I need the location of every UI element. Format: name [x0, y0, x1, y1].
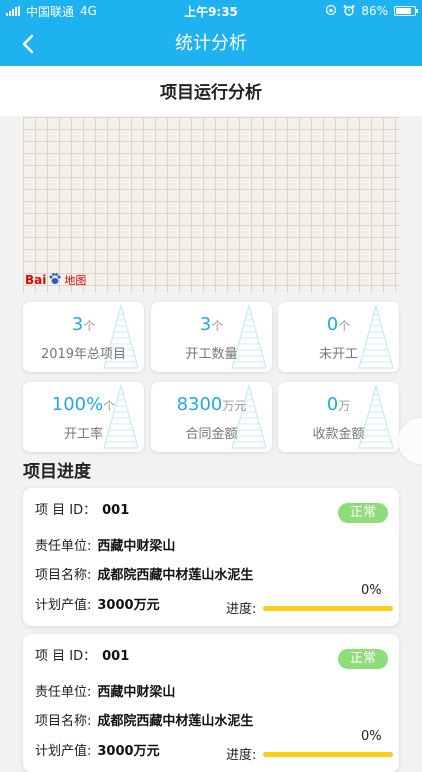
stat-label: 合同金额: [185, 427, 238, 442]
stat-unit: 个: [103, 399, 116, 413]
progress-bar: [263, 752, 393, 757]
floating-side-handle[interactable]: [398, 418, 422, 464]
status-badge: 正常: [338, 649, 388, 669]
battery-icon: [394, 6, 418, 16]
project-id-row: 项 目 ID： 001: [35, 499, 129, 518]
status-left: 中国联通 4G: [6, 3, 146, 20]
network-type: 4G: [80, 4, 97, 18]
stat-unit: 万元: [222, 399, 247, 413]
rotation-lock-icon: [325, 4, 337, 19]
project-name: 成都院西藏中材莲山水泥生: [97, 714, 254, 729]
stat-value: 0: [326, 394, 339, 415]
stat-received-amount[interactable]: 0万收款金额: [278, 382, 399, 452]
map-logo-ditu: 地图: [64, 274, 87, 287]
progress-section-title: 项目进度: [23, 462, 91, 482]
stat-unit: 万: [338, 399, 351, 413]
status-bar: 中国联通 4G 上午9:35 86%: [0, 0, 422, 22]
stat-label: 开工数量: [185, 347, 238, 362]
project-id-row: 项 目 ID： 001: [35, 645, 129, 664]
responsible-unit-row: 责任单位: 西藏中财梁山: [35, 681, 175, 700]
responsible-unit: 西藏中财梁山: [97, 685, 176, 700]
project-name-row: 项目名称: 成都院西藏中材莲山水泥生: [35, 564, 253, 583]
stat-value-line: 3个: [151, 314, 272, 335]
project-card[interactable]: 项 目 ID： 001 正常责任单位: 西藏中财梁山 项目名称: 成都院西藏中材莲山水泥生…: [23, 488, 399, 626]
battery-percent: 86%: [361, 4, 388, 18]
responsible-unit-row: 责任单位: 西藏中财梁山: [35, 535, 175, 554]
project-id: 001: [102, 649, 130, 664]
stat-value-line: 3个: [23, 314, 144, 335]
stat-value-line: 8300万元: [151, 394, 272, 415]
stat-value-line: 100%个: [23, 394, 144, 415]
project-id-label: 项 目 ID：: [35, 649, 97, 664]
project-id: 001: [102, 503, 130, 518]
project-card[interactable]: 项 目 ID： 001 正常责任单位: 西藏中财梁山 项目名称: 成都院西藏中材莲山水泥生…: [23, 634, 399, 772]
map-logo-bai: Bai: [25, 273, 47, 287]
stat-label: 2019年总项目: [40, 347, 127, 362]
planned-output: 3000万元: [97, 744, 160, 759]
carrier-name: 中国联通: [26, 4, 75, 19]
nav-bar: 统计分析: [0, 22, 422, 66]
responsible-unit-label: 责任单位:: [35, 685, 92, 700]
status-badge: 正常: [338, 503, 388, 523]
stat-value: 0: [326, 314, 339, 335]
stat-label: 开工率: [63, 427, 103, 442]
section-header: 项目运行分析: [0, 66, 422, 116]
alarm-icon: [343, 4, 355, 19]
clock: 上午9:35: [184, 4, 238, 19]
page-content: 项目运行分析 Bai 地图 3个 2019年总项目 3个 开工数量 0个 未开工 100%个…: [0, 66, 422, 772]
planned-output-label: 计划产值:: [35, 744, 92, 759]
stat-unit: 个: [83, 319, 96, 333]
stat-not-started[interactable]: 0个未开工: [278, 302, 399, 372]
stat-total-projects[interactable]: 3个 2019年总项目: [23, 302, 144, 372]
map-view[interactable]: Bai 地图: [23, 117, 399, 292]
responsible-unit-label: 责任单位:: [35, 539, 92, 554]
planned-output-label: 计划产值:: [35, 598, 92, 613]
stat-value: 3: [199, 314, 212, 335]
baidu-map-logo: Bai 地图: [25, 272, 86, 288]
project-name-label: 项目名称:: [35, 568, 92, 583]
progress-label: 进度:: [226, 748, 257, 763]
section-title: 项目运行分析: [160, 83, 262, 103]
project-name: 成都院西藏中材莲山水泥生: [97, 568, 254, 583]
battery-fill: [396, 8, 412, 14]
progress-label: 进度:: [226, 602, 257, 617]
stat-unit: 个: [211, 319, 224, 333]
project-name-row: 项目名称: 成都院西藏中材莲山水泥生: [35, 710, 253, 729]
signal-icon: [6, 6, 20, 16]
stat-value: 8300: [176, 394, 223, 415]
stat-start-rate[interactable]: 100%个 开工率: [23, 382, 144, 452]
progress-percent: 0%: [361, 729, 382, 744]
responsible-unit: 西藏中财梁山: [97, 539, 176, 554]
planned-output: 3000万元: [97, 598, 160, 613]
page-title: 统计分析: [175, 33, 247, 54]
project-name-label: 项目名称:: [35, 714, 92, 729]
stat-label: 收款金额: [312, 427, 365, 442]
stat-label: 未开工: [318, 347, 358, 362]
stat-value-line: 0万: [278, 394, 399, 415]
stat-value: 3: [71, 314, 84, 335]
stat-contract-amount[interactable]: 8300万元合同金额: [151, 382, 272, 452]
project-id-label: 项 目 ID：: [35, 503, 97, 518]
progress-percent: 0%: [361, 583, 382, 598]
status-right: 86%: [276, 4, 418, 19]
stat-started[interactable]: 3个开工数量: [151, 302, 272, 372]
stat-unit: 个: [338, 319, 351, 333]
planned-output-row: 计划产值: 3000万元: [35, 594, 160, 613]
paw-icon: [48, 272, 62, 288]
stat-value: 100%: [51, 394, 104, 415]
progress-bar: [263, 606, 393, 611]
stat-value-line: 0个: [278, 314, 399, 335]
